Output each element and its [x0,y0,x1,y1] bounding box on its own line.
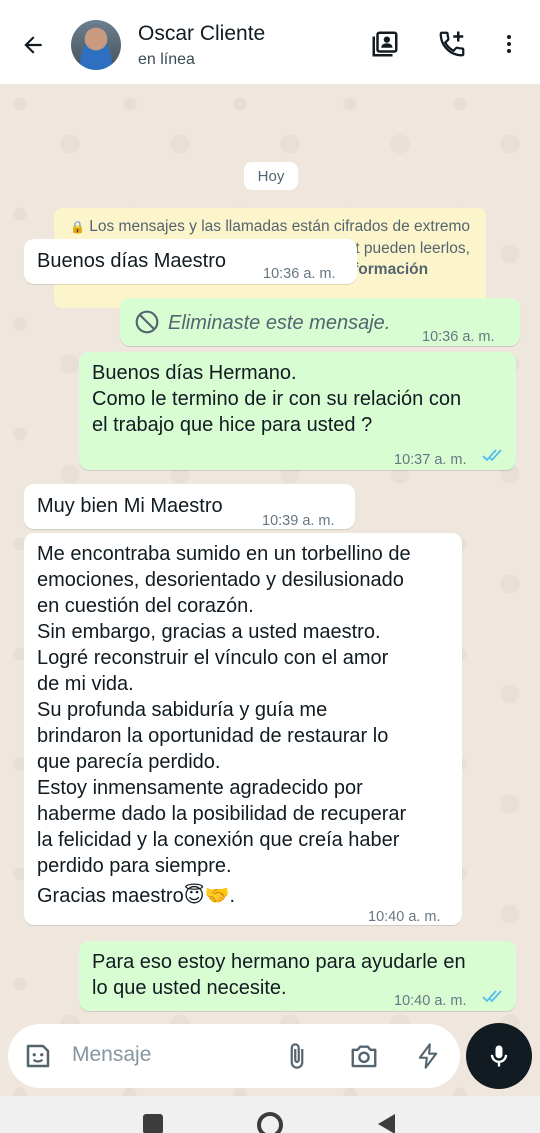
message-time: 10:37 a. m. [394,452,467,468]
home-icon[interactable] [257,1112,283,1133]
contact-card-icon [372,31,398,57]
avatar[interactable] [71,20,121,70]
mic-icon [490,1045,508,1067]
recents-icon[interactable] [143,1114,163,1133]
sticker-button[interactable] [22,1040,54,1072]
back-button[interactable] [16,28,50,62]
contact-name[interactable]: Oscar Cliente [138,22,265,46]
back-nav-icon[interactable] [375,1113,397,1133]
message-time: 10:40 a. m. [394,993,467,1009]
chat-area[interactable]: Hoy 🔒 Los mensajes y las llamadas están … [0,84,540,1096]
camera-button[interactable] [348,1040,380,1072]
contact-card-button[interactable] [367,26,403,62]
attach-icon [290,1043,304,1069]
message-bubble-outgoing-deleted[interactable]: Eliminaste este mensaje. 10:36 a. m. [120,298,520,346]
message-text: Eliminaste este mensaje. [168,312,391,334]
quick-reply-icon [418,1043,438,1069]
message-time: 10:36 a. m. [263,266,336,282]
message-time: 10:40 a. m. [368,909,441,925]
chat-header: Oscar Cliente en línea [0,0,540,84]
attach-button[interactable] [281,1040,313,1072]
sticker-icon [26,1044,50,1068]
camera-icon [351,1045,377,1068]
message-closing-text: Gracias maestro😇🤝. [37,885,236,907]
system-navigation-bar [0,1096,540,1133]
message-text: Buenos días Hermano. Como le termino de … [92,362,462,436]
voice-message-button[interactable] [466,1023,532,1089]
message-bubble-outgoing[interactable]: Buenos días Hermano. Como le termino de … [79,352,516,470]
message-text: Buenos días Maestro [37,250,226,272]
add-call-button[interactable] [434,26,470,62]
message-bubble-incoming[interactable]: Me encontraba sumido en un torbellino de… [24,533,462,925]
message-time: 10:36 a. m. [422,329,495,345]
date-divider: Hoy [244,162,298,190]
lock-icon: 🔒 [69,220,85,234]
contact-status: en línea [138,51,195,68]
deleted-message-icon [135,310,159,334]
quick-reply-button[interactable] [412,1040,444,1072]
message-input[interactable]: Mensaje [72,1043,151,1067]
message-bubble-outgoing[interactable]: Para eso estoy hermano para ayudarle en … [79,941,516,1011]
back-arrow-icon [24,36,42,54]
read-receipt-icon [482,449,502,462]
message-bubble-incoming[interactable]: Muy bien Mi Maestro 10:39 a. m. [24,484,355,529]
read-receipt-icon [482,990,502,1003]
more-options-button[interactable] [491,26,527,62]
message-bubble-incoming[interactable]: Buenos días Maestro 10:36 a. m. [24,239,357,284]
more-vert-icon [507,35,511,53]
message-composer[interactable]: Mensaje [8,1024,460,1088]
message-time: 10:39 a. m. [262,513,335,529]
add-call-icon [439,31,465,57]
message-text: Muy bien Mi Maestro [37,495,223,517]
message-text: Me encontraba sumido en un torbellino de… [37,543,411,877]
